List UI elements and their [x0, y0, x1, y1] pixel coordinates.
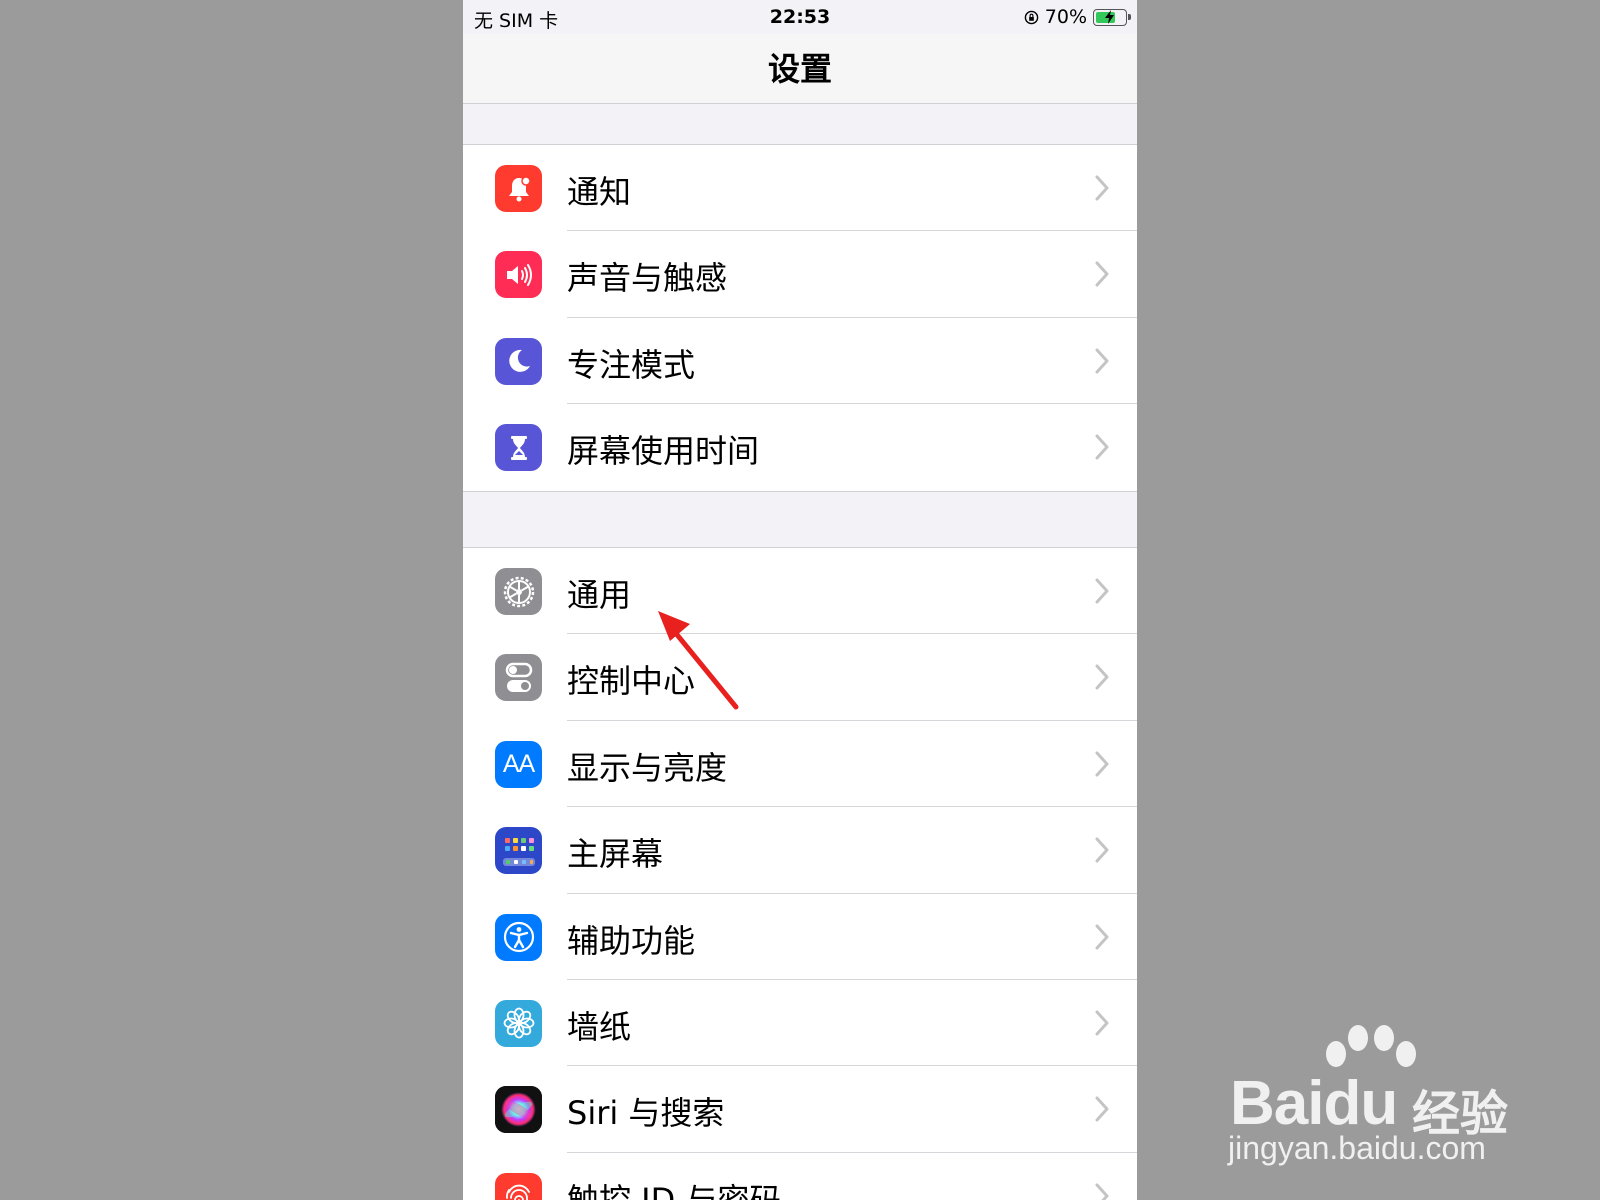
toggles-icon — [495, 654, 542, 702]
settings-row-label: 专注模式 — [567, 345, 696, 384]
settings-row-1-3[interactable]: 主屏幕 — [463, 807, 1137, 894]
settings-row-label: 通知 — [567, 173, 632, 211]
settings-row-label: 辅助功能 — [567, 921, 696, 960]
settings-row-0-1[interactable]: 声音与触感 — [463, 231, 1137, 318]
baidu-watermark: Baidu 经验 jingyan.baidu.com — [1222, 1024, 1522, 1174]
navigation-bar: 设置 — [463, 34, 1137, 104]
screenshot-stage: 无 SIM 卡 22:53 70% 设置 通知 声音与触感 专注模式 屏幕使用时… — [0, 0, 1600, 1200]
settings-screen: 无 SIM 卡 22:53 70% 设置 通知 声音与触感 专注模式 屏幕使用时… — [463, 0, 1137, 1200]
speaker-icon — [495, 251, 542, 299]
chevron-right-icon — [1095, 578, 1109, 604]
chevron-right-icon — [1095, 261, 1109, 287]
watermark-brand: Baidu — [1230, 1069, 1398, 1138]
settings-row-1-7[interactable]: 触控 ID 与密码 — [463, 1153, 1137, 1200]
settings-row-0-2[interactable]: 专注模式 — [463, 318, 1137, 405]
settings-row-1-0[interactable]: 通用 — [463, 548, 1137, 635]
settings-group-1: 通知声音与触感专注模式屏幕使用时间 — [463, 144, 1137, 492]
settings-row-1-4[interactable]: 辅助功能 — [463, 894, 1137, 980]
battery-percent: 70% — [1044, 6, 1087, 28]
home-screen-grid-icon — [495, 827, 542, 875]
siri-icon — [495, 1086, 542, 1134]
battery-icon — [1093, 8, 1131, 26]
watermark-site: jingyan.baidu.com — [1228, 1130, 1486, 1166]
chevron-right-icon — [1095, 664, 1109, 690]
icon-glyph: AA — [502, 749, 535, 778]
settings-row-label: 墙纸 — [567, 1007, 632, 1046]
chevron-right-icon — [1095, 924, 1109, 950]
status-indicators: 70% — [1024, 6, 1131, 28]
settings-row-label: 声音与触感 — [567, 259, 728, 298]
notification-bell-icon — [495, 165, 542, 212]
settings-row-0-3[interactable]: 屏幕使用时间 — [463, 404, 1137, 490]
settings-group-2: 通用控制中心 AA 显示与亮度主屏幕辅助功能墙纸 Siri 与搜索触控 ID 与密码 — [463, 547, 1137, 1200]
settings-row-label: 主屏幕 — [567, 835, 664, 874]
page-title: 设置 — [767, 50, 832, 88]
accessibility-icon — [495, 913, 542, 961]
settings-row-1-1[interactable]: 控制中心 — [463, 634, 1137, 721]
chevron-right-icon — [1095, 348, 1109, 374]
fingerprint-icon — [495, 1172, 542, 1200]
battery-nub — [1128, 13, 1131, 20]
chevron-right-icon — [1095, 837, 1109, 863]
hourglass-icon — [495, 424, 542, 472]
settings-row-label: 触控 ID 与密码 — [567, 1180, 782, 1200]
text-size-icon: AA — [495, 740, 542, 788]
flower-icon — [495, 999, 542, 1047]
chevron-right-icon — [1095, 175, 1109, 201]
settings-row-1-6[interactable]: Siri 与搜索 — [463, 1066, 1137, 1153]
charging-bolt-icon — [1105, 9, 1114, 24]
settings-row-1-2[interactable]: AA 显示与亮度 — [463, 721, 1137, 808]
settings-row-label: 通用 — [567, 576, 632, 614]
settings-row-1-5[interactable]: 墙纸 — [463, 980, 1137, 1067]
gear-icon — [495, 568, 542, 615]
settings-row-label: Siri 与搜索 — [567, 1094, 725, 1133]
status-bar: 无 SIM 卡 22:53 70% — [463, 0, 1137, 34]
chevron-right-icon — [1095, 434, 1109, 460]
settings-row-label: 显示与亮度 — [567, 748, 728, 787]
settings-row-label: 屏幕使用时间 — [567, 432, 760, 471]
rotation-lock-icon — [1024, 10, 1039, 24]
chevron-right-icon — [1095, 1183, 1109, 1200]
settings-row-0-0[interactable]: 通知 — [463, 145, 1137, 232]
settings-row-label: 控制中心 — [567, 662, 696, 701]
chevron-right-icon — [1095, 1096, 1109, 1122]
moon-icon — [495, 337, 542, 385]
chevron-right-icon — [1095, 751, 1109, 777]
chevron-right-icon — [1095, 1010, 1109, 1036]
